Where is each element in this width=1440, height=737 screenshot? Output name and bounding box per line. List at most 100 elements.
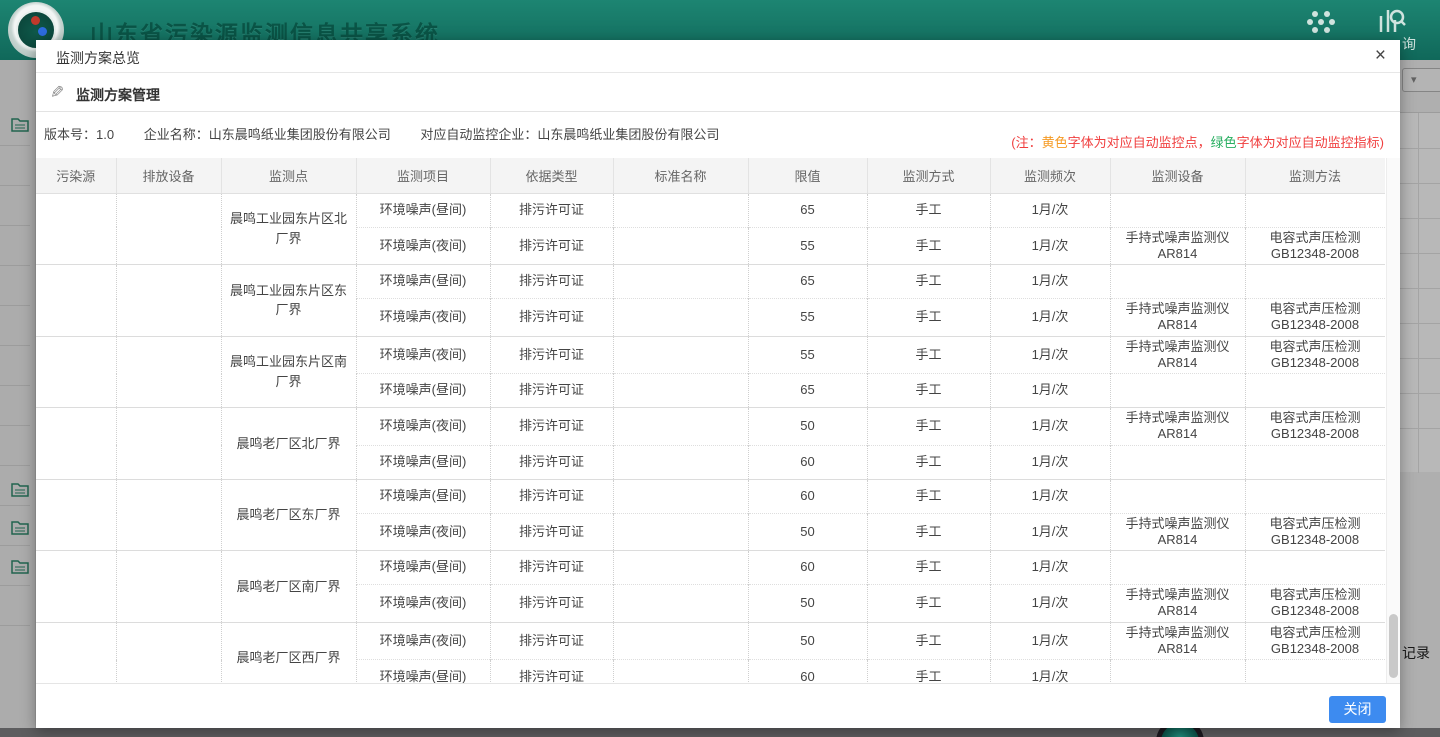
mode-cell: 手工 (867, 299, 990, 337)
table-row: 晨鸣工业园东片区南厂界环境噪声(夜间)排污许可证55手工1月/次手持式噪声监测仪… (36, 336, 1385, 374)
basis-cell: 排污许可证 (490, 513, 613, 551)
device-cell: 手持式噪声监测仪 AR814 (1110, 336, 1245, 374)
device-cell (1110, 193, 1245, 227)
freq-cell: 1月/次 (990, 265, 1110, 299)
mode-cell: 手工 (867, 479, 990, 513)
method-cell: 电容式声压检测 GB12348-2008 (1245, 336, 1385, 374)
monitoring-table: 污染源排放设备监测点监测项目依据类型标准名称限值监测方式监测频次监测设备监测方法… (36, 158, 1385, 683)
limit-cell: 60 (748, 445, 867, 479)
limit-cell: 55 (748, 227, 867, 265)
monitoring-point-cell: 晨鸣老厂区南厂界 (221, 551, 356, 623)
method-cell: 电容式声压检测 GB12348-2008 (1245, 585, 1385, 623)
screen: 山东省污染源监测信息共享系统 询 (0, 0, 1440, 737)
company-field: 企业名称：山东晨鸣纸业集团股份有限公司 (144, 127, 391, 142)
discharge-equipment-cell (116, 479, 221, 551)
standard-cell (613, 265, 748, 299)
discharge-equipment-cell (116, 408, 221, 480)
basis-cell: 排污许可证 (490, 660, 613, 684)
pollution-source-cell (36, 408, 116, 480)
method-cell: 电容式声压检测 GB12348-2008 (1245, 299, 1385, 337)
method-cell (1245, 193, 1385, 227)
pollution-source-cell (36, 622, 116, 683)
modal-titlebar: 监测方案总览 × (36, 40, 1400, 73)
freq-cell: 1月/次 (990, 408, 1110, 446)
device-cell: 手持式噪声监测仪 AR814 (1110, 408, 1245, 446)
standard-cell (613, 585, 748, 623)
table-row: 晨鸣老厂区东厂界环境噪声(昼间)排污许可证60手工1月/次 (36, 479, 1385, 513)
column-header: 监测方式 (867, 158, 990, 193)
freq-cell: 1月/次 (990, 336, 1110, 374)
method-cell (1245, 374, 1385, 408)
freq-cell: 1月/次 (990, 585, 1110, 623)
device-cell (1110, 551, 1245, 585)
column-header: 监测项目 (356, 158, 490, 193)
pen-icon: ✎ (50, 83, 64, 103)
mode-cell: 手工 (867, 513, 990, 551)
basis-cell: 排污许可证 (490, 585, 613, 623)
freq-cell: 1月/次 (990, 193, 1110, 227)
close-icon[interactable]: × (1375, 46, 1386, 66)
freq-cell: 1月/次 (990, 622, 1110, 660)
mode-cell: 手工 (867, 445, 990, 479)
mode-cell: 手工 (867, 622, 990, 660)
limit-cell: 60 (748, 660, 867, 684)
method-cell: 电容式声压检测 GB12348-2008 (1245, 408, 1385, 446)
device-cell: 手持式噪声监测仪 AR814 (1110, 513, 1245, 551)
basis-cell: 排污许可证 (490, 479, 613, 513)
logo-red-dot (31, 16, 40, 25)
standard-cell (613, 622, 748, 660)
discharge-equipment-cell (116, 265, 221, 337)
limit-cell: 55 (748, 336, 867, 374)
pollution-source-cell (36, 479, 116, 551)
vertical-scrollbar[interactable] (1386, 158, 1400, 683)
section-header: ✎ 监测方案管理 (36, 74, 1400, 112)
device-cell: 手持式噪声监测仪 AR814 (1110, 622, 1245, 660)
chart-search-icon[interactable] (1378, 8, 1406, 34)
mode-cell: 手工 (867, 265, 990, 299)
item-cell: 环境噪声(昼间) (356, 479, 490, 513)
mode-cell: 手工 (867, 408, 990, 446)
column-header: 排放设备 (116, 158, 221, 193)
monitoring-plan-modal: 监测方案总览 × ✎ 监测方案管理 版本号：1.0 企业名称：山东晨鸣纸业集团股… (36, 40, 1400, 728)
monitoring-point-cell: 晨鸣工业园东片区北厂界 (221, 193, 356, 265)
freq-cell: 1月/次 (990, 445, 1110, 479)
method-cell: 电容式声压检测 GB12348-2008 (1245, 622, 1385, 660)
item-cell: 环境噪声(昼间) (356, 660, 490, 684)
table-row: 晨鸣老厂区西厂界环境噪声(夜间)排污许可证50手工1月/次手持式噪声监测仪 AR… (36, 622, 1385, 660)
method-cell (1245, 265, 1385, 299)
logo-blue-dot (38, 27, 47, 36)
pollution-source-cell (36, 193, 116, 265)
limit-cell: 50 (748, 408, 867, 446)
pollution-source-cell (36, 336, 116, 408)
basis-cell: 排污许可证 (490, 193, 613, 227)
plan-info-row: 版本号：1.0 企业名称：山东晨鸣纸业集团股份有限公司 对应自动监控企业：山东晨… (44, 124, 745, 143)
version-field: 版本号：1.0 (44, 127, 114, 142)
standard-cell (613, 299, 748, 337)
device-cell (1110, 660, 1245, 684)
item-cell: 环境噪声(夜间) (356, 622, 490, 660)
column-header: 依据类型 (490, 158, 613, 193)
pollution-source-cell (36, 265, 116, 337)
close-button[interactable]: 关闭 (1329, 696, 1386, 723)
device-cell (1110, 374, 1245, 408)
standard-cell (613, 551, 748, 585)
basis-cell: 排污许可证 (490, 408, 613, 446)
column-header: 监测设备 (1110, 158, 1245, 193)
freq-cell: 1月/次 (990, 660, 1110, 684)
item-cell: 环境噪声(夜间) (356, 585, 490, 623)
monitoring-point-cell: 晨鸣老厂区北厂界 (221, 408, 356, 480)
method-cell: 电容式声压检测 GB12348-2008 (1245, 227, 1385, 265)
table-row: 晨鸣工业园东片区东厂界环境噪声(昼间)排污许可证65手工1月/次 (36, 265, 1385, 299)
yellow-word: 黄色 (1042, 135, 1068, 150)
monitoring-point-cell: 晨鸣老厂区西厂界 (221, 622, 356, 683)
mode-cell: 手工 (867, 227, 990, 265)
auto-company-field: 对应自动监控企业：山东晨鸣纸业集团股份有限公司 (420, 127, 719, 142)
standard-cell (613, 374, 748, 408)
apps-dots-icon[interactable] (1306, 8, 1336, 36)
table-row: 晨鸣老厂区北厂界环境噪声(夜间)排污许可证50手工1月/次手持式噪声监测仪 AR… (36, 408, 1385, 446)
standard-cell (613, 660, 748, 684)
freq-cell: 1月/次 (990, 479, 1110, 513)
section-title: 监测方案管理 (76, 85, 160, 105)
column-header: 标准名称 (613, 158, 748, 193)
scrollbar-thumb[interactable] (1389, 614, 1398, 678)
